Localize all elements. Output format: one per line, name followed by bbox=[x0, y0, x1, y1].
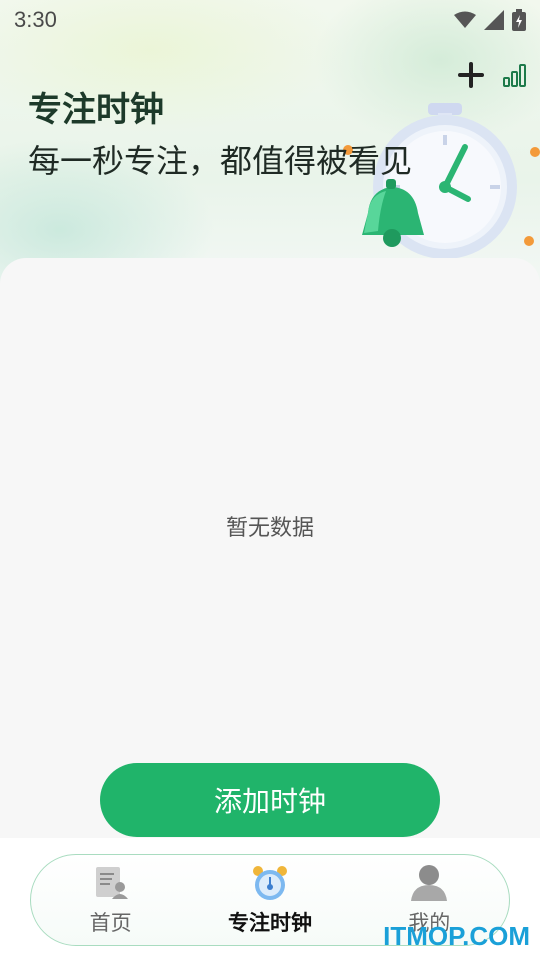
tab-focus-clock-label: 专注时钟 bbox=[227, 911, 312, 935]
stats-icon[interactable] bbox=[502, 62, 528, 88]
person-icon bbox=[411, 865, 448, 901]
cell-signal-icon bbox=[484, 10, 504, 30]
header-actions bbox=[456, 60, 528, 90]
add-clock-button[interactable]: 添加时钟 bbox=[100, 763, 440, 837]
document-user-icon bbox=[95, 867, 128, 899]
page-subtitle: 每一秒专注，都值得被看见 bbox=[28, 142, 413, 180]
status-bar: 3:30 bbox=[0, 0, 540, 40]
status-icons bbox=[454, 9, 526, 31]
wifi-icon bbox=[454, 11, 476, 28]
status-time: 3:30 bbox=[14, 7, 57, 32]
tab-focus-clock[interactable]: 专注时钟 bbox=[200, 863, 340, 937]
watermark: ITMOP.COM bbox=[383, 921, 530, 951]
page-title: 专注时钟 bbox=[28, 90, 164, 130]
tab-home-label: 首页 bbox=[89, 911, 132, 935]
alarm-clock-icon bbox=[252, 866, 287, 900]
plus-icon[interactable] bbox=[456, 60, 486, 90]
empty-state-text: 暂无数据 bbox=[225, 516, 314, 541]
battery-charging-icon bbox=[512, 9, 526, 31]
tab-home[interactable]: 首页 bbox=[41, 863, 181, 937]
